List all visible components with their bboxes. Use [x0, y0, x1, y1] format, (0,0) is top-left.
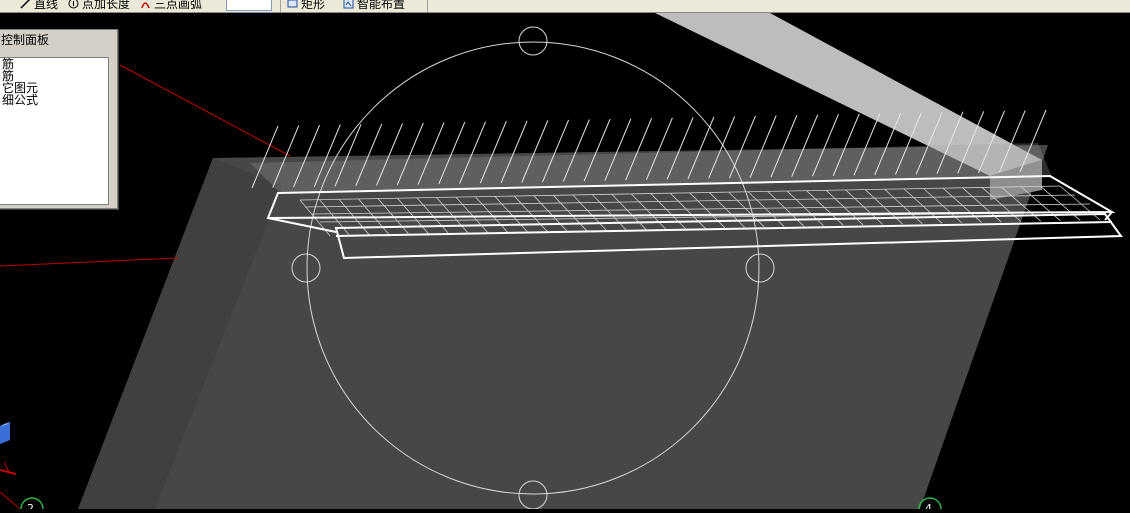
arc-parameter-field[interactable] [226, 0, 272, 11]
control-panel-item[interactable]: 筋 [0, 58, 108, 70]
line-icon [20, 0, 31, 9]
scene-canvas[interactable]: 2 4 [0, 13, 1130, 513]
rectangle-icon [287, 0, 298, 9]
rotation-handle-top[interactable] [518, 26, 548, 56]
point-angle-icon [68, 0, 79, 9]
axis-line [0, 491, 21, 510]
toolbar-separator [280, 0, 281, 12]
toolbar-separator [427, 0, 428, 12]
smart-layout-tool-label: 智能布置 [357, 0, 406, 11]
grid-marker-label: 2 [27, 502, 34, 509]
smart-layout-tool-button[interactable]: 智能布置 [343, 0, 405, 12]
drawing-toolbar: 直线 点加长度 三点画弧 矩形 智能布置 [0, 0, 1130, 13]
view-cube-icon[interactable] [0, 422, 17, 475]
control-panel-item[interactable]: 细公式 [0, 94, 108, 106]
three-point-arc-tool-label: 三点画弧 [154, 0, 203, 11]
line-tool-label: 直线 [34, 0, 59, 11]
control-panel[interactable]: 控制面板 筋 筋 它图元 细公式 [0, 29, 118, 209]
point-length-tool-label: 点加长度 [82, 0, 131, 11]
three-point-arc-tool-button[interactable]: 三点画弧 [140, 0, 202, 12]
three-point-arc-icon [140, 0, 151, 9]
axis-line [119, 64, 291, 157]
rectangle-tool-label: 矩形 [301, 0, 326, 11]
3d-viewport[interactable]: 2 4 控制面板 筋 筋 它图元 细公式 [0, 13, 1130, 513]
point-length-tool-button[interactable]: 点加长度 [68, 0, 130, 12]
grid-marker-2: 2 [20, 497, 44, 513]
rectangle-tool-button[interactable]: 矩形 [287, 0, 325, 12]
control-panel-list[interactable]: 筋 筋 它图元 细公式 [0, 57, 109, 205]
smart-layout-icon [343, 0, 354, 9]
grid-marker-label: 4 [925, 502, 932, 509]
control-panel-title: 控制面板 [0, 30, 117, 50]
line-tool-button[interactable]: 直线 [20, 0, 58, 12]
axis-line [0, 257, 179, 267]
